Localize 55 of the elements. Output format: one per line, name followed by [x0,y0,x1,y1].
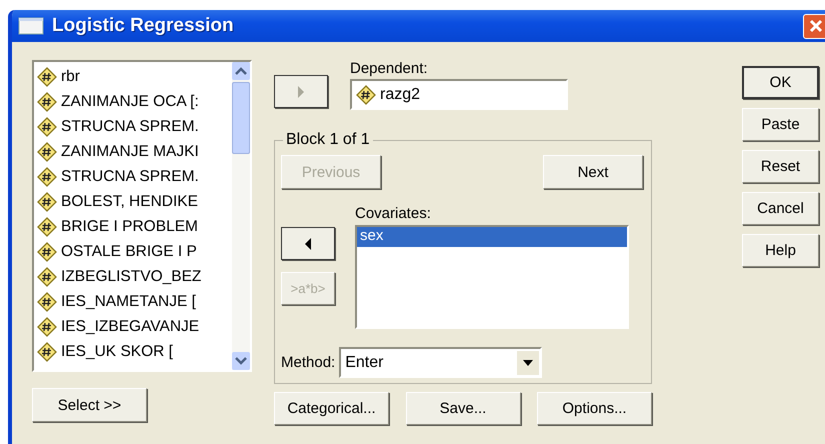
numeric-variable-icon [37,92,57,112]
dropdown-arrow-icon [523,360,534,366]
right-arrow-icon [297,86,305,98]
covariate-item[interactable]: sex [357,227,627,247]
numeric-variable-icon [37,66,57,86]
dialog-button[interactable]: Help [742,234,819,267]
dependent-label: Dependent: [350,60,429,77]
close-icon [808,18,824,34]
scrollbar[interactable] [232,62,250,370]
dialog-button[interactable]: Options... [537,392,652,425]
next-button[interactable]: Next [543,155,643,189]
window-icon [18,17,44,35]
variable-item[interactable]: BRIGE I PROBLEM [37,214,232,239]
numeric-variable-icon [37,192,57,212]
method-dropdown[interactable]: Enter [339,347,542,378]
dialog-button[interactable]: Paste [742,108,819,141]
scroll-up-icon[interactable] [235,67,247,75]
dialog-button[interactable]: Cancel [742,192,819,225]
variable-item[interactable]: IES_IZBEGAVANJE [37,314,232,339]
variable-item[interactable]: STRUCNA SPREM. [37,164,232,189]
variable-item[interactable]: ZANIMANJE MAJKI [37,139,232,164]
dialog-button[interactable]: Save... [406,392,520,425]
numeric-variable-icon [37,166,57,186]
numeric-variable-icon [37,342,57,362]
left-arrow-icon [304,238,312,250]
scroll-thumb[interactable] [232,82,250,154]
numeric-variable-icon [37,116,57,136]
numeric-variable-icon [37,242,57,262]
move-left-button[interactable] [281,227,335,260]
dialog-button[interactable]: OK [742,66,819,99]
dialog-button[interactable]: Categorical... [274,392,389,425]
variable-item[interactable]: IZBEGLISTVO_BEZ [37,264,232,289]
numeric-variable-icon [37,316,57,336]
variable-list[interactable]: rbr ZANIMANJE OCA [: STRUCNA SPREM. ZANIMANJE MAJKI STRUCNA SPREM. BOLEST, HENDIKE BRIGE I PROBLEM OSTALE BRIGE I P IZBEGLISTVO_BEZ IES_NAMETANJE [ IES_IZBEGAVANJE IES_UK SKOR [ [32,60,252,372]
variable-item[interactable]: IES_NAMETANJE [ [37,289,232,314]
numeric-variable-icon [37,216,57,236]
variable-item[interactable]: BOLEST, HENDIKE [37,189,232,214]
variable-item[interactable]: IES_UK SKOR [ [37,339,232,364]
variable-item[interactable]: rbr [37,64,232,89]
dialog-button[interactable]: Reset [742,150,819,183]
method-label: Method: [281,354,336,371]
close-button[interactable] [803,14,825,38]
numeric-variable-icon [37,292,57,312]
window-title: Logistic Regression [52,15,235,37]
scroll-down-icon[interactable] [235,357,247,365]
variable-item[interactable]: OSTALE BRIGE I P [37,239,232,264]
variable-item[interactable]: ZANIMANJE OCA [: [37,89,232,114]
numeric-variable-icon [356,84,376,104]
numeric-variable-icon [37,142,57,162]
variable-item[interactable]: STRUCNA SPREM. [37,114,232,139]
covariates-label: Covariates: [355,205,432,222]
numeric-variable-icon [37,266,57,286]
dependent-field[interactable]: razg2 [350,79,568,110]
select-button[interactable]: Select >> [32,388,147,422]
covariates-list[interactable]: sex [355,225,629,329]
